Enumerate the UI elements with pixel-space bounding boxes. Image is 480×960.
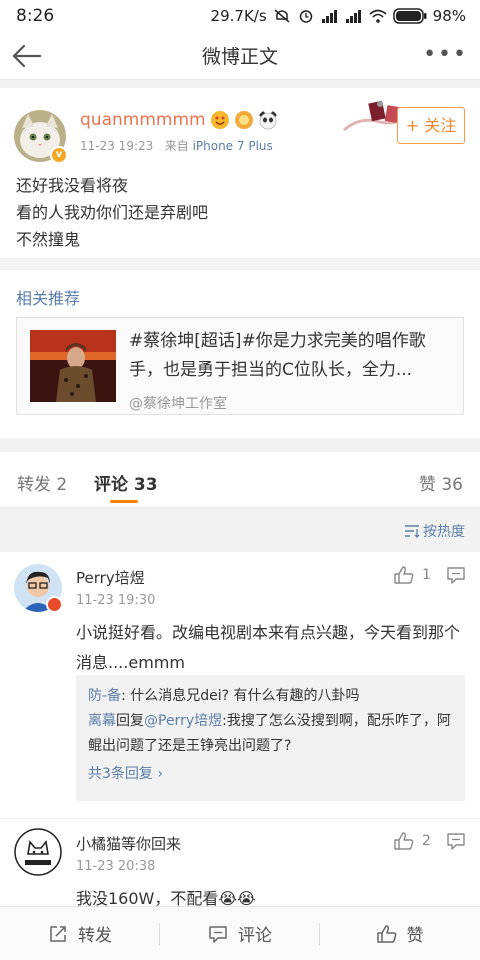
status-indicators: 29.7K/s 98%: [211, 7, 466, 25]
panda-badge-icon: [258, 111, 277, 130]
reply-list[interactable]: 防-备: 什么消息兄dei? 有什么有趣的八卦吗 离幕回复@Perry培煜:我搜…: [76, 675, 465, 801]
recommend-source: @蔡徐坤工作室: [129, 396, 227, 412]
comment-item: Perry培煜 11-23 19:30 1 小说挺好看。改编电视剧本来有点兴趣，…: [0, 552, 480, 818]
comment-username[interactable]: Perry培煜: [76, 567, 145, 588]
signal-icon: [345, 10, 361, 23]
reply-word: 回复: [116, 713, 144, 729]
like-button[interactable]: 赞: [320, 907, 480, 960]
post-content: 还好我没看将夜 看的人我劝你们还是弃剧吧 不然撞鬼: [16, 172, 208, 253]
recommend-text: #蔡徐坤[超话]#你是力求完美的唱作歌手，也是勇于担当的C位队长，全力...: [129, 331, 426, 380]
sort-bar: 按热度: [0, 509, 480, 551]
battery-icon: [392, 8, 427, 24]
reply-username[interactable]: 防-备: [88, 688, 121, 704]
tab-comment[interactable]: 评论 33: [94, 470, 158, 495]
comment-avatar[interactable]: [14, 828, 62, 876]
arrow-left-icon[interactable]: [10, 40, 42, 72]
recommend-title: 相关推荐: [16, 289, 81, 308]
post-line: 看的人我劝你们还是弃剧吧: [16, 203, 209, 222]
thumb-up-icon: [376, 924, 396, 943]
mute-icon: [274, 9, 290, 23]
post-device[interactable]: iPhone 7 Plus: [193, 139, 273, 153]
tab-like[interactable]: 赞 36: [419, 470, 463, 495]
comment-label: 评论: [238, 926, 272, 946]
thumb-up-icon: [394, 832, 414, 850]
comment-like-count: 1: [422, 567, 431, 583]
follow-button[interactable]: + 关注: [397, 107, 465, 144]
comment-icon: [209, 925, 227, 943]
sort-icon: [405, 525, 420, 538]
comment-button[interactable]: 评论: [160, 907, 320, 960]
reply-text: : 什么消息兄dei? 有什么有趣的八卦吗: [121, 688, 360, 704]
nav-bar: 微博正文 •••: [0, 32, 480, 80]
post-avatar[interactable]: v: [14, 110, 68, 164]
reply-icon[interactable]: [446, 566, 466, 584]
more-replies-link[interactable]: 共3条回复 ›: [88, 762, 453, 787]
recommend-thumbnail: [30, 330, 116, 402]
reply-item: 防-备: 什么消息兄dei? 有什么有趣的八卦吗: [88, 684, 453, 709]
reply-mention[interactable]: @Perry培煜: [144, 713, 222, 729]
repost-label: 转发: [78, 926, 112, 946]
hd-signal-icon: [321, 10, 337, 23]
related-recommendations: 相关推荐 #蔡徐坤[超话]#你是力求完美的唱作歌手，也是勇于担当的C位队长，全力…: [0, 270, 480, 438]
status-bar: 8:26 29.7K/s 98%: [0, 0, 480, 32]
more-icon[interactable]: •••: [423, 44, 468, 66]
post-meta: 11-23 19:23 来自 iPhone 7 Plus: [80, 137, 273, 154]
interaction-tabs: 转发 2 评论 33 赞 36: [0, 452, 480, 508]
network-speed: 29.7K/s: [210, 7, 267, 25]
like-label: 赞: [406, 926, 424, 946]
reply-item: 离幕回复@Perry培煜:我搜了怎么没搜到啊，配乐咋了，阿鲲出问题了还是王铮亮出…: [88, 709, 453, 759]
recommend-card[interactable]: #蔡徐坤[超话]#你是力求完美的唱作歌手，也是勇于担当的C位队长，全力... @…: [16, 317, 464, 415]
reply-icon[interactable]: [446, 832, 466, 850]
weibo-post: v quanmmmmm 11-23 19:23 来自 iPhone 7 Plus…: [0, 88, 480, 258]
comment-item: 小橘猫等你回来 11-23 20:38 2 我没160W，不配看😭😭: [0, 818, 480, 914]
emoji-badge-icon: [210, 111, 229, 129]
post-source-prefix: 来自: [164, 139, 189, 153]
post-username[interactable]: quanmmmmm: [80, 110, 278, 130]
comment-time: 11-23 19:30: [76, 593, 156, 608]
alarm-icon: [299, 10, 312, 23]
medal-badge-icon: [234, 111, 253, 129]
tab-repost[interactable]: 转发 2: [17, 470, 67, 495]
post-line: 不然撞鬼: [16, 230, 81, 249]
status-time: 8:26: [16, 6, 55, 26]
comment-username[interactable]: 小橘猫等你回来: [76, 833, 181, 854]
share-icon: [50, 925, 66, 942]
reply-username[interactable]: 离幕: [88, 713, 116, 729]
page-title: 微博正文: [201, 46, 278, 68]
comment-like-button[interactable]: 1: [394, 566, 431, 584]
comment-like-button[interactable]: 2: [394, 832, 431, 850]
active-tab-indicator: [110, 500, 138, 503]
wifi-icon: [369, 9, 387, 23]
thumb-up-icon: [394, 566, 414, 584]
user-level-badge-icon: [46, 596, 63, 613]
post-line: 还好我没看将夜: [16, 176, 129, 195]
battery-percent: 98%: [432, 7, 466, 25]
verified-badge-icon: v: [50, 146, 68, 164]
repost-button[interactable]: 转发: [0, 907, 160, 960]
post-time: 11-23 19:23: [80, 139, 154, 153]
comment-divider: [0, 818, 480, 819]
sort-button[interactable]: 按热度: [404, 521, 465, 541]
comment-time: 11-23 20:38: [76, 859, 156, 874]
bottom-action-bar: 转发 评论 赞: [0, 906, 480, 960]
sort-label: 按热度: [423, 524, 465, 540]
comment-text: 小说挺好看。改编电视剧本来有点兴趣，今天看到那个消息....emmm: [76, 623, 461, 672]
comment-like-count: 2: [422, 833, 431, 849]
